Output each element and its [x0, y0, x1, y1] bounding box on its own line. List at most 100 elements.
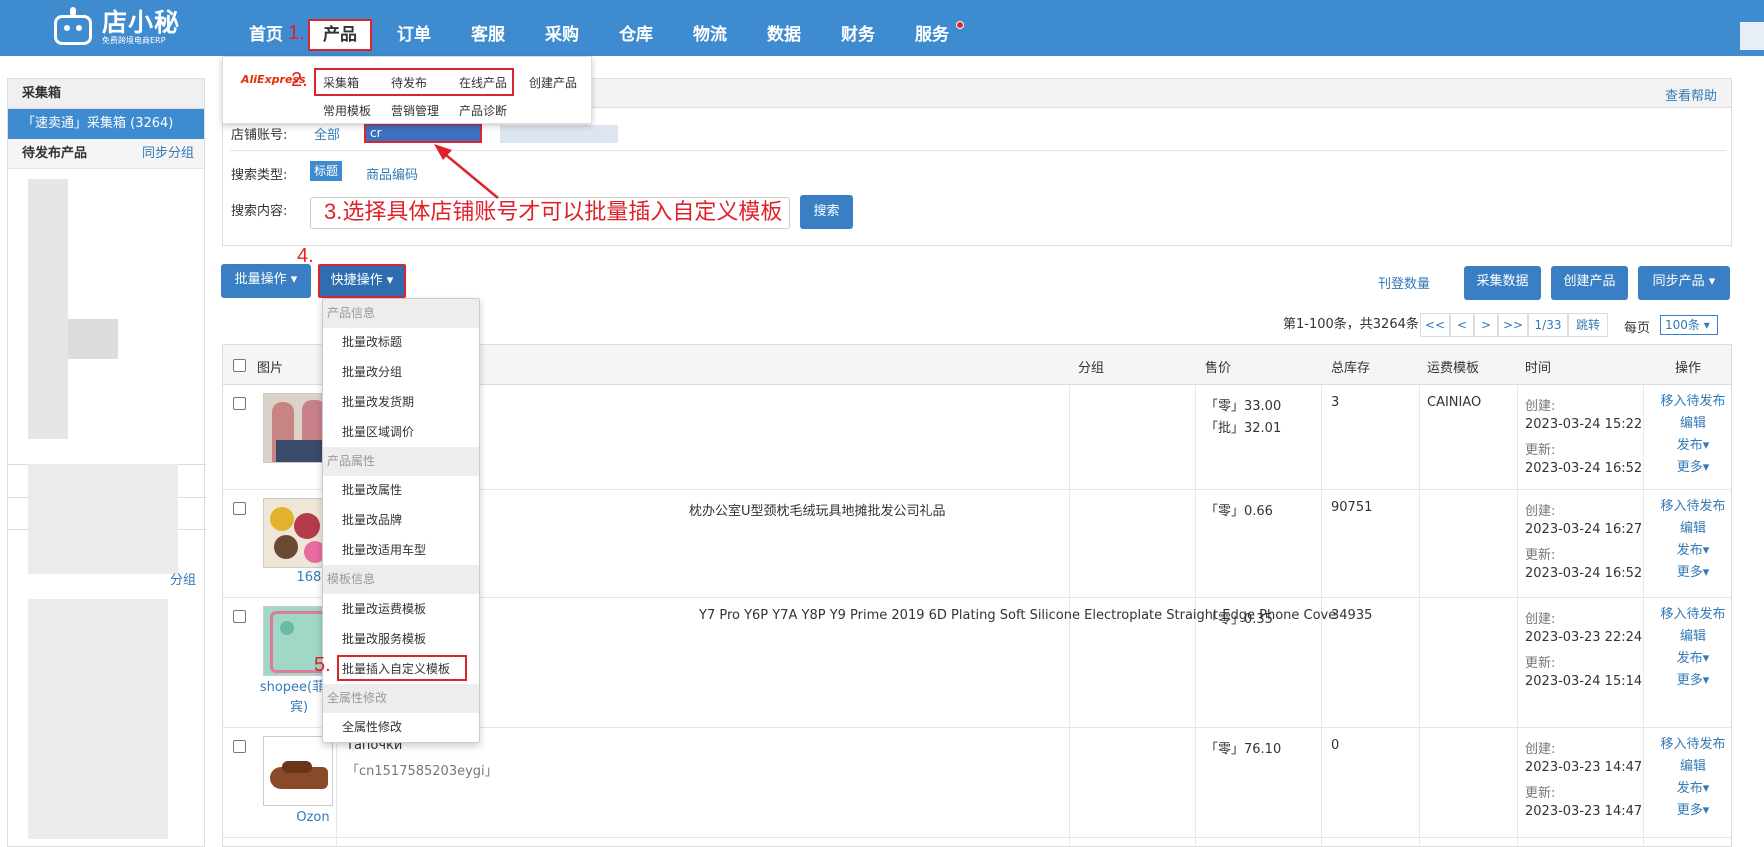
- blurred-groups: [28, 464, 178, 574]
- nav-product[interactable]: 产品: [308, 19, 372, 51]
- nav-service[interactable]: 客服: [471, 0, 505, 56]
- quick-ops-button[interactable]: 快捷操作 ▾: [318, 264, 406, 298]
- created-time: 2023-03-24 16:27: [1525, 522, 1643, 537]
- pager-first[interactable]: <<: [1420, 313, 1450, 337]
- nav-data[interactable]: 数据: [767, 0, 801, 56]
- search-type-title[interactable]: 标题: [310, 161, 343, 181]
- select-all-checkbox[interactable]: [233, 359, 246, 372]
- annotation-1: 1.: [288, 22, 305, 44]
- search-button[interactable]: 搜索: [800, 195, 853, 229]
- create-product-button[interactable]: 创建产品: [1551, 266, 1628, 300]
- updated-time: 2023-03-24 16:52: [1525, 566, 1643, 581]
- nav-services[interactable]: 服务: [915, 0, 949, 56]
- blurred-block: [68, 319, 118, 359]
- sync-product-label: 同步产品: [1652, 274, 1705, 289]
- updated-label: 更新:: [1525, 548, 1556, 563]
- move-to-pending-link[interactable]: 移入待发布: [1653, 734, 1733, 756]
- nav-finance[interactable]: 财务: [841, 0, 875, 56]
- edit-link[interactable]: 编辑: [1653, 413, 1733, 435]
- batch-edit-service-template[interactable]: 批量改服务模板: [342, 625, 426, 653]
- product-title[interactable]: 枕办公室U型颈枕毛绒玩具地摊批发公司礼品: [689, 500, 946, 519]
- menu-diagnosis[interactable]: 产品诊断: [459, 102, 507, 119]
- nav-warehouse[interactable]: 仓库: [619, 0, 653, 56]
- brand-logo[interactable]: 店小秘 免费跨境电商ERP: [50, 4, 180, 52]
- pager-next[interactable]: >: [1474, 313, 1498, 337]
- edit-link[interactable]: 编辑: [1653, 518, 1733, 540]
- created-label: 创建:: [1525, 612, 1556, 627]
- stock-value: 0: [1331, 738, 1340, 753]
- nav-purchase[interactable]: 采购: [545, 0, 579, 56]
- menu-marketing[interactable]: 营销管理: [391, 102, 439, 119]
- col-time: 时间: [1525, 361, 1552, 376]
- sync-group-link[interactable]: 同步分组: [142, 139, 194, 169]
- row-checkbox[interactable]: [233, 502, 246, 515]
- product-source[interactable]: Ozon: [293, 810, 333, 825]
- menu-create-product[interactable]: 创建产品: [529, 74, 577, 91]
- more-dropdown[interactable]: 更多▾: [1653, 562, 1733, 584]
- pager-jump[interactable]: 跳转: [1568, 313, 1608, 337]
- row-checkbox[interactable]: [233, 610, 246, 623]
- publish-dropdown[interactable]: 发布▾: [1653, 540, 1733, 562]
- pager-prev[interactable]: <: [1450, 313, 1474, 337]
- edit-link[interactable]: 编辑: [1653, 756, 1733, 778]
- batch-edit-group[interactable]: 批量改分组: [342, 358, 402, 386]
- created-time: 2023-03-24 15:22: [1525, 417, 1643, 432]
- move-to-pending-link[interactable]: 移入待发布: [1653, 604, 1733, 626]
- search-type-code[interactable]: 商品编码: [366, 164, 418, 183]
- more-dropdown[interactable]: 更多▾: [1653, 800, 1733, 822]
- publish-dropdown[interactable]: 发布▾: [1653, 435, 1733, 457]
- batch-edit-title[interactable]: 批量改标题: [342, 328, 402, 356]
- left-sidebar: 采集箱 「速卖通」采集箱 (3264) 待发布产品 同步分组 分组: [7, 78, 206, 847]
- col-ops: 操作: [1675, 361, 1702, 376]
- row-checkbox[interactable]: [233, 397, 246, 410]
- pager-last[interactable]: >>: [1498, 313, 1528, 337]
- top-right-widget[interactable]: [1740, 22, 1764, 50]
- batch-edit-ship-time[interactable]: 批量改发货期: [342, 388, 414, 416]
- nav-home[interactable]: 首页: [249, 0, 283, 56]
- row-ops: 移入待发布 编辑 发布▾ 更多▾: [1653, 496, 1733, 584]
- sidebar-pending-label: 待发布产品: [22, 146, 88, 161]
- sync-product-button[interactable]: 同步产品 ▾: [1638, 266, 1730, 300]
- created-label: 创建:: [1525, 399, 1556, 414]
- per-page-select[interactable]: 100条 ▾: [1660, 315, 1718, 335]
- store-account-selected[interactable]: cr: [364, 123, 482, 143]
- price-retail: 「零」33.00: [1205, 399, 1282, 414]
- robot-logo-icon: [50, 7, 96, 49]
- batch-edit-vehicle[interactable]: 批量改适用车型: [342, 536, 426, 564]
- sidebar-section-pending: 待发布产品 同步分组: [8, 139, 204, 169]
- group-all-attrs: 全属性修改: [323, 684, 479, 713]
- batch-edit-shipping-template[interactable]: 批量改运费模板: [342, 595, 426, 623]
- price-retail: 「零」0.35: [1205, 612, 1273, 627]
- collect-data-button[interactable]: 采集数据: [1464, 266, 1541, 300]
- move-to-pending-link[interactable]: 移入待发布: [1653, 496, 1733, 518]
- price-wholesale: 「批」32.01: [1205, 421, 1282, 436]
- product-image-slippers[interactable]: [263, 736, 333, 806]
- sidebar-item-aliexpress-collect[interactable]: 「速卖通」采集箱 (3264): [8, 109, 204, 139]
- nav-orders[interactable]: 订单: [397, 0, 431, 56]
- created-time: 2023-03-23 22:24: [1525, 630, 1643, 645]
- batch-edit-brand[interactable]: 批量改品牌: [342, 506, 402, 534]
- batch-regional-price[interactable]: 批量区域调价: [342, 418, 414, 446]
- all-attrs-edit[interactable]: 全属性修改: [342, 713, 402, 741]
- sidebar-section-collect: 采集箱: [8, 79, 204, 109]
- more-dropdown[interactable]: 更多▾: [1653, 670, 1733, 692]
- batch-edit-attrs[interactable]: 批量改属性: [342, 476, 402, 504]
- annotation-4: 4.: [297, 245, 314, 267]
- top-navbar: 店小秘 免费跨境电商ERP 首页 产品 订单 客服 采购 仓库 物流 数据 财务…: [0, 0, 1764, 56]
- listing-count-link[interactable]: 刊登数量: [1378, 273, 1430, 292]
- edit-link[interactable]: 编辑: [1653, 626, 1733, 648]
- batch-ops-button[interactable]: 批量操作 ▾: [221, 264, 311, 298]
- more-dropdown[interactable]: 更多▾: [1653, 457, 1733, 479]
- store-account-blurred[interactable]: [500, 125, 618, 143]
- row-checkbox[interactable]: [233, 740, 246, 753]
- help-link[interactable]: 查看帮助: [1665, 85, 1717, 104]
- nav-logistics[interactable]: 物流: [693, 0, 727, 56]
- row-ops: 移入待发布 编辑 发布▾ 更多▾: [1653, 734, 1733, 822]
- sidebar-group-link[interactable]: 分组: [170, 569, 196, 588]
- publish-dropdown[interactable]: 发布▾: [1653, 778, 1733, 800]
- move-to-pending-link[interactable]: 移入待发布: [1653, 391, 1733, 413]
- row-ops: 移入待发布 编辑 发布▾ 更多▾: [1653, 604, 1733, 692]
- publish-dropdown[interactable]: 发布▾: [1653, 648, 1733, 670]
- store-all-link[interactable]: 全部: [314, 124, 340, 143]
- menu-common-templates[interactable]: 常用模板: [323, 102, 371, 119]
